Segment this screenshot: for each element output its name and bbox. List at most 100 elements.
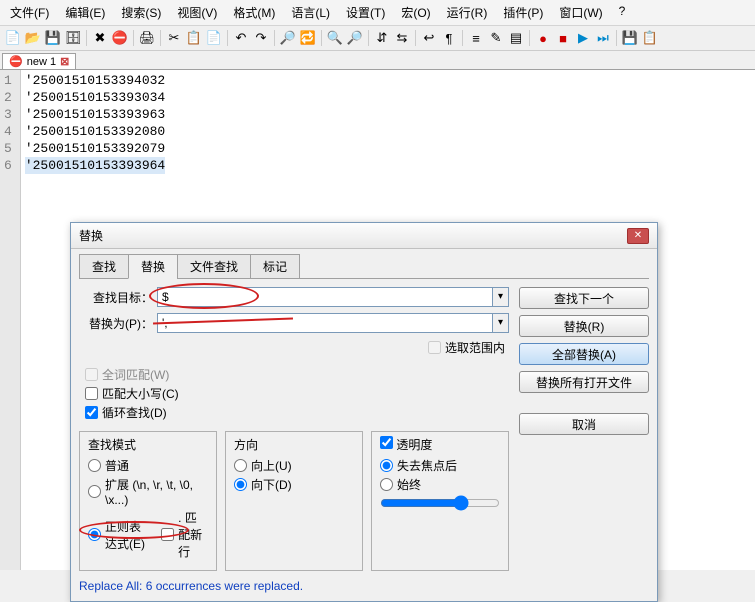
dialog-tab[interactable]: 标记 [250,254,300,279]
paste-icon[interactable]: 📄 [205,29,223,47]
all-chars-icon[interactable]: ¶ [440,29,458,47]
lang-icon[interactable]: ✎ [487,29,505,47]
replace-all-button[interactable]: 全部替换(A) [519,343,649,365]
mode-normal-label: 普通 [105,457,129,474]
toolbar-separator [462,30,463,46]
print-icon[interactable]: 🖨 [138,29,156,47]
in-range-checkbox [428,341,441,354]
replace-icon[interactable]: 🔁 [299,29,317,47]
find-dropdown[interactable]: ▾ [493,287,509,307]
find-icon[interactable]: 🔎 [279,29,297,47]
dir-down-radio[interactable] [234,478,247,491]
replace-input[interactable] [157,313,493,333]
cut-icon[interactable]: ✂ [165,29,183,47]
ff-icon[interactable]: ⏭ [594,29,612,47]
code-line[interactable]: '25001510153393034 [25,89,165,106]
mode-extended-radio[interactable] [88,485,101,498]
trans-lose-focus-radio[interactable] [380,459,393,472]
menu-item[interactable]: 窗口(W) [553,2,608,23]
transparency-checkbox[interactable] [380,436,393,449]
menubar: 文件(F)编辑(E)搜索(S)视图(V)格式(M)语言(L)设置(T)宏(O)运… [0,0,755,26]
menu-item[interactable]: 插件(P) [497,2,549,23]
replace-button[interactable]: 替换(R) [519,315,649,337]
menu-item[interactable]: 宏(O) [395,2,436,23]
dialog-title: 替换 [79,227,103,244]
close-all-icon[interactable]: ⛔ [111,29,129,47]
file-tab[interactable]: ⛔ new 1 ⊠ [2,53,76,69]
line-gutter: 123456 [0,70,21,570]
replace-dropdown[interactable]: ▾ [493,313,509,333]
menu-item[interactable]: 语言(L) [285,2,336,23]
doc-map-icon[interactable]: ▤ [507,29,525,47]
dot-newline-checkbox[interactable] [161,528,174,541]
save-icon[interactable]: 💾 [44,29,62,47]
toolbar-separator [274,30,275,46]
mode-regex-radio[interactable] [88,528,101,541]
misc-icon[interactable]: 📋 [641,29,659,47]
mode-normal-radio[interactable] [88,459,101,472]
open-icon[interactable]: 📂 [24,29,42,47]
play-icon[interactable]: ▶ [574,29,592,47]
trans-always-radio[interactable] [380,478,393,491]
replace-dialog: 替换 ✕ 查找替换文件查找标记 查找目标： ▾ 替换为(P)： ▾ 选取范围内 [70,222,658,602]
match-case-label: 匹配大小写(C) [102,385,179,402]
dot-newline-label: . 匹配新行 [178,509,208,560]
save-macro-icon[interactable]: 💾 [621,29,639,47]
wrap-checkbox[interactable] [85,406,98,419]
code-line[interactable]: '25001510153393963 [25,106,165,123]
indent-guide-icon[interactable]: ≡ [467,29,485,47]
dir-down-label: 向下(D) [251,476,292,493]
in-range-label: 选取范围内 [445,339,505,356]
zoom-in-icon[interactable]: 🔍 [326,29,344,47]
sync-h-icon[interactable]: ⇆ [393,29,411,47]
search-mode-legend: 查找模式 [88,436,208,453]
find-input[interactable] [157,287,493,307]
wrap-icon[interactable]: ↩ [420,29,438,47]
whole-word-checkbox [85,368,98,381]
whole-word-label: 全词匹配(W) [102,366,169,383]
code-line[interactable]: '25001510153394032 [25,72,165,89]
match-case-checkbox[interactable] [85,387,98,400]
file-tab-label: new 1 [27,56,56,68]
zoom-out-icon[interactable]: 🔎 [346,29,364,47]
menu-item[interactable]: 设置(T) [340,2,391,23]
menu-item[interactable]: 文件(F) [4,2,55,23]
save-all-icon[interactable]: 🗄 [64,29,82,47]
sync-v-icon[interactable]: ⇵ [373,29,391,47]
trans-lose-focus-label: 失去焦点后 [397,457,457,474]
toolbar-separator [529,30,530,46]
menu-item[interactable]: 格式(M) [227,2,281,23]
redo-icon[interactable]: ↷ [252,29,270,47]
copy-icon[interactable]: 📋 [185,29,203,47]
find-next-button[interactable]: 查找下一个 [519,287,649,309]
tab-close-icon[interactable]: ⊠ [60,55,69,68]
code-line[interactable]: '25001510153392079 [25,140,165,157]
record-icon[interactable]: ● [534,29,552,47]
toolbar-separator [86,30,87,46]
dialog-status: Replace All: 6 occurrences were replaced… [79,577,649,593]
search-mode-group: 查找模式 普通 扩展 (\n, \r, \t, \0, \x...) 正则表达式… [79,431,217,571]
undo-icon[interactable]: ↶ [232,29,250,47]
close-icon[interactable]: ✖ [91,29,109,47]
dialog-tab[interactable]: 文件查找 [177,254,251,279]
dialog-titlebar[interactable]: 替换 ✕ [71,223,657,249]
dialog-close-button[interactable]: ✕ [627,228,649,244]
menu-item[interactable]: 视图(V) [171,2,223,23]
code-line[interactable]: '25001510153393964 [25,157,165,174]
new-icon[interactable]: 📄 [4,29,22,47]
dir-up-radio[interactable] [234,459,247,472]
menu-item[interactable]: ? [613,2,632,23]
cancel-button[interactable]: 取消 [519,413,649,435]
dialog-tab[interactable]: 替换 [128,254,178,279]
replace-in-open-button[interactable]: 替换所有打开文件 [519,371,649,393]
dialog-tab[interactable]: 查找 [79,254,129,279]
menu-item[interactable]: 运行(R) [441,2,494,23]
dialog-tabs: 查找替换文件查找标记 [79,253,649,279]
menu-item[interactable]: 编辑(E) [59,2,111,23]
stop-icon[interactable]: ■ [554,29,572,47]
code-line[interactable]: '25001510153392080 [25,123,165,140]
transparency-legend: 透明度 [380,436,500,453]
menu-item[interactable]: 搜索(S) [115,2,167,23]
transparency-slider[interactable] [380,495,500,511]
mode-extended-label: 扩展 (\n, \r, \t, \0, \x...) [105,476,208,507]
